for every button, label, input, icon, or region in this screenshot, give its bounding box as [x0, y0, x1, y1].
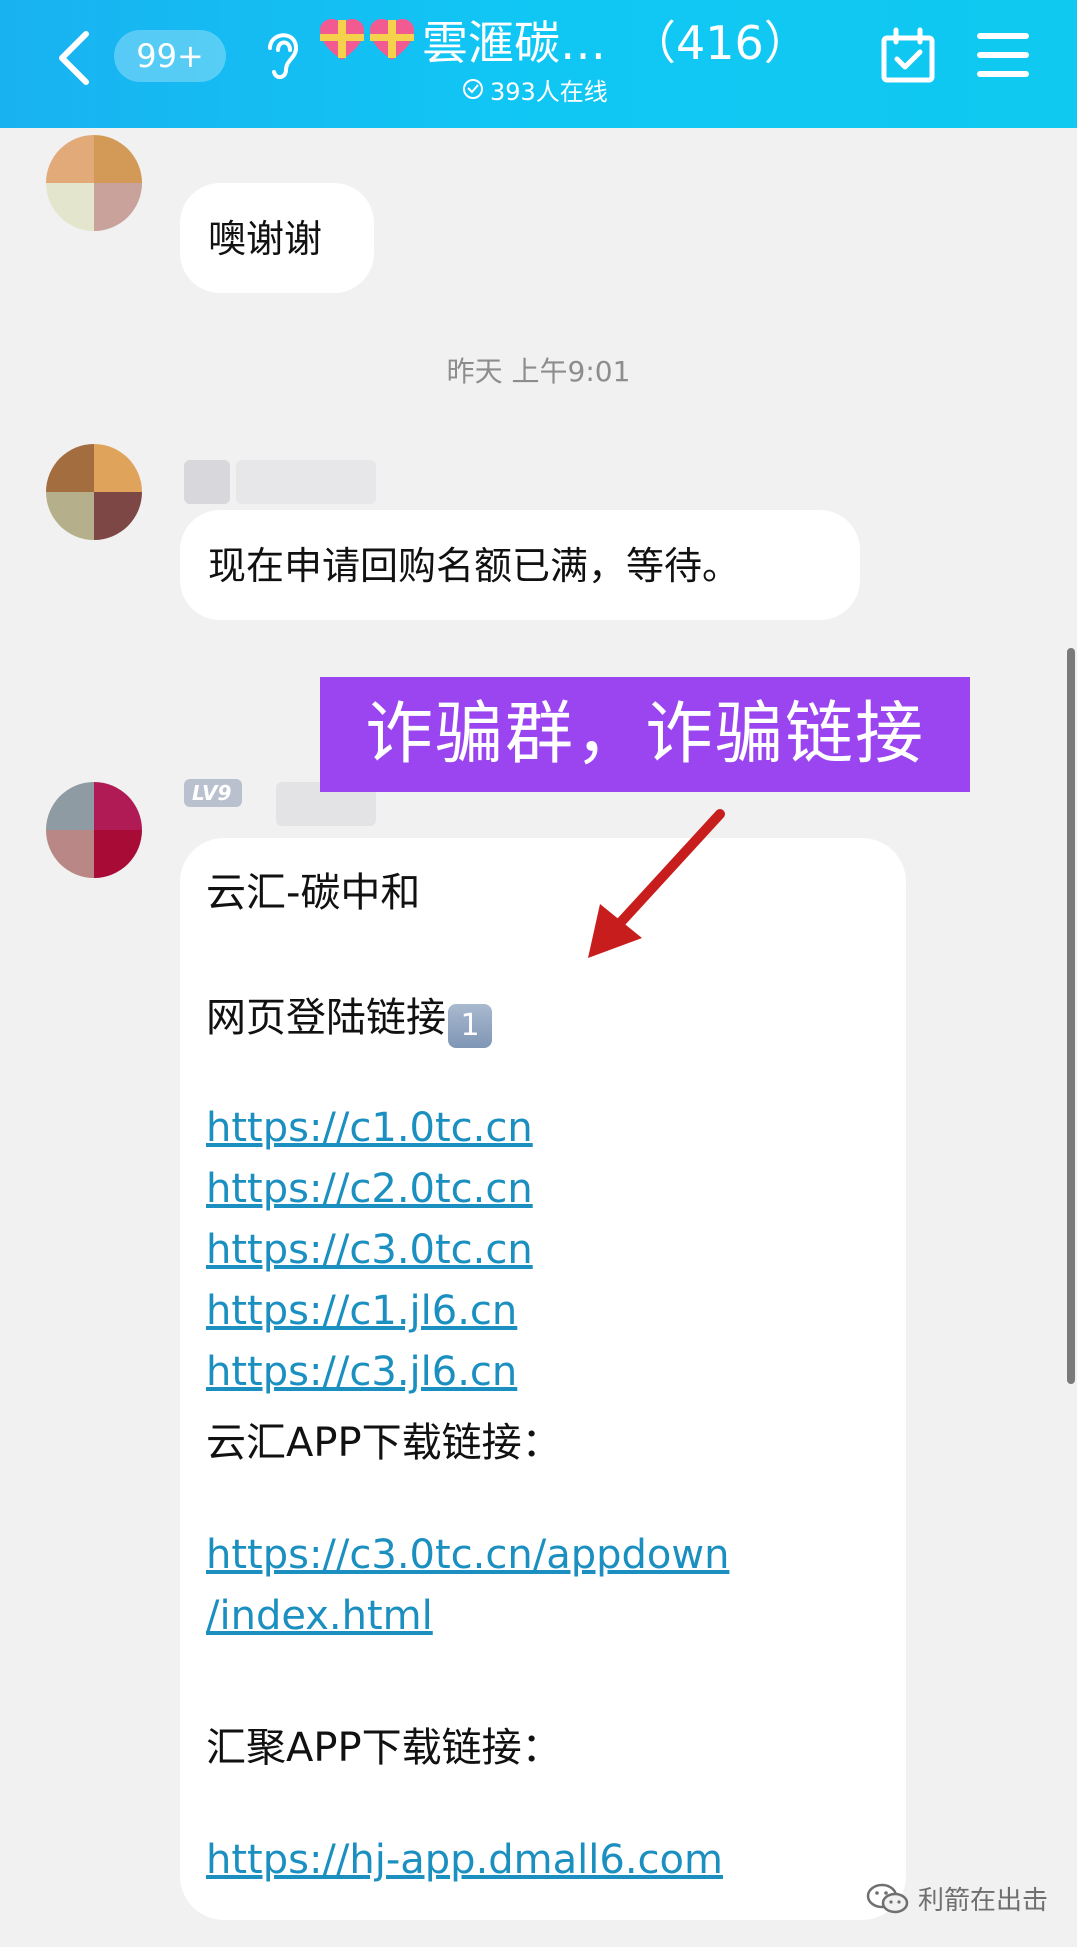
sender-name	[236, 460, 376, 504]
link[interactable]: https://c1.jl6.cn	[206, 1288, 517, 1334]
online-status-text: 393人在线	[490, 77, 608, 106]
message-bubble[interactable]: 噢谢谢	[180, 183, 374, 293]
ear-icon[interactable]	[262, 26, 302, 82]
scam-warning-label: 诈骗群，诈骗链接	[320, 677, 970, 792]
message-text: 噢谢谢	[208, 217, 323, 261]
web-login-text: 网页登陆链接	[206, 995, 446, 1041]
message-text: 现在申请回购名额已满，等待。	[208, 544, 741, 588]
heart-gift-icon	[370, 19, 414, 60]
message-text: 网页登陆链接 1	[206, 985, 492, 1048]
sender-name	[184, 460, 230, 504]
online-status: 393人在线	[462, 72, 608, 106]
link[interactable]: https://c3.jl6.cn	[206, 1349, 517, 1395]
menu-icon[interactable]	[976, 30, 1030, 80]
link[interactable]: https://c1.0tc.cn	[206, 1105, 533, 1151]
message-bubble[interactable]: 现在申请回购名额已满，等待。	[180, 510, 860, 620]
link[interactable]: https://c3.0tc.cn/appdown	[206, 1532, 729, 1578]
back-arrow-icon[interactable]	[52, 28, 96, 88]
link[interactable]: https://c3.0tc.cn	[206, 1227, 533, 1273]
keycap-one-icon: 1	[448, 1004, 492, 1048]
link[interactable]: /index.html	[206, 1593, 433, 1639]
wechat-icon	[866, 1883, 909, 1913]
heart-gift-icon	[320, 19, 364, 60]
link[interactable]: https://hj-app.dmall6.com	[206, 1837, 723, 1883]
message-text: 云汇APP下载链接：	[206, 1420, 562, 1466]
red-arrow-icon	[588, 809, 725, 958]
message-text: 汇聚APP下载链接：	[206, 1725, 562, 1771]
avatar[interactable]	[46, 782, 142, 878]
link[interactable]: https://c2.0tc.cn	[206, 1166, 533, 1212]
calendar-check-icon[interactable]	[878, 26, 938, 86]
chat-header: 99+ 雲滙碳… （416） 393人在线	[0, 0, 1077, 128]
watermark-text: 利箭在出击	[918, 1886, 1049, 1916]
avatar[interactable]	[46, 135, 142, 231]
member-count: （416）	[630, 16, 810, 70]
unread-count-badge[interactable]: 99+	[114, 30, 226, 82]
group-title-row[interactable]: 雲滙碳… （416）	[318, 10, 810, 70]
group-title: 雲滙碳…	[422, 16, 606, 70]
scrollbar[interactable]	[1067, 648, 1075, 1384]
avatar[interactable]	[46, 444, 142, 540]
message-text: 云汇-碳中和	[206, 870, 421, 916]
watermark: 利箭在出击	[866, 1880, 1048, 1917]
timestamp: 昨天 上午9:01	[446, 355, 631, 388]
online-check-icon	[463, 79, 483, 99]
level-badge: LV9	[184, 779, 242, 807]
